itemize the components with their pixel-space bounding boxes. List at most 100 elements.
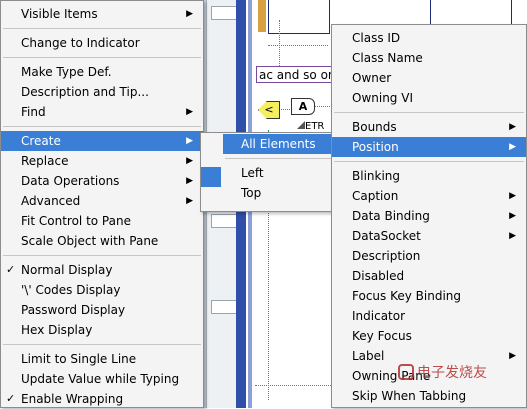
create-menu-item-top[interactable]: Top	[223, 183, 333, 203]
submenu-arrow-icon: ▶	[509, 231, 516, 241]
menu-item-label: Data Binding	[352, 209, 430, 223]
submenu-arrow-icon: ▶	[509, 142, 516, 152]
check-icon: ✓	[6, 392, 16, 405]
menu-item-label: Indicator	[352, 309, 406, 323]
menu-item-label: Data Operations	[21, 174, 120, 188]
submenu-arrow-icon: ▶	[186, 107, 193, 117]
submenu-arrow-icon: ▶	[186, 9, 193, 19]
submenu-arrow-icon: ▶	[509, 351, 516, 361]
main-menu-item-enable-wrapping[interactable]: ✓ Enable Wrapping	[1, 389, 203, 409]
frame-structure	[430, 0, 512, 26]
main-menu-item-update-value-while-typing[interactable]: Update Value while Typing	[1, 369, 203, 389]
property-menu-item-blinking[interactable]: Blinking	[332, 166, 526, 186]
frame-structure	[268, 0, 330, 34]
main-menu-item-make-type-def[interactable]: Make Type Def.	[1, 62, 203, 82]
menu-separator	[225, 158, 331, 159]
menu-item-label: Change to Indicator	[21, 36, 140, 50]
menu-separator	[334, 112, 524, 113]
menu-item-label: Top	[241, 186, 262, 200]
menu-item-label: Update Value while Typing	[21, 372, 180, 386]
main-menu-item-create[interactable]: Create ▶	[1, 131, 203, 151]
main-menu-item-advanced[interactable]: Advanced ▶	[1, 191, 203, 211]
menu-item-label: Advanced	[21, 194, 81, 208]
menu-item-label: All Elements	[241, 137, 316, 151]
main-menu-item-change-to-indicator[interactable]: Change to Indicator	[1, 33, 203, 53]
palette-slot	[211, 6, 237, 20]
menu-item-label: Limit to Single Line	[21, 352, 137, 366]
main-menu-item-codes-display[interactable]: '\' Codes Display	[1, 280, 203, 300]
submenu-arrow-icon: ▶	[186, 136, 193, 146]
create-menu-item-all-elements[interactable]: All Elements	[223, 134, 333, 154]
main-menu-item-find[interactable]: Find ▶	[1, 102, 203, 122]
menu-item-label: Position	[352, 140, 399, 154]
and-node[interactable]: A	[291, 98, 315, 115]
main-menu-item-visible-items[interactable]: Visible Items ▶	[1, 4, 203, 24]
tunnel-terminal	[258, 0, 266, 32]
submenu-arrow-icon: ▶	[509, 191, 516, 201]
menu-item-label: Create	[21, 134, 61, 148]
create-submenu: All Elements Left Top	[200, 132, 335, 212]
string-constant[interactable]: ac and so on	[256, 66, 336, 83]
main-menu-item-limit-to-single-line[interactable]: Limit to Single Line	[1, 349, 203, 369]
main-menu-item-scale-object-with-pane[interactable]: Scale Object with Pane	[1, 231, 203, 251]
property-menu-item-indicator[interactable]: Indicator	[332, 306, 526, 326]
wire	[268, 45, 328, 46]
menu-item-label: Left	[241, 166, 264, 180]
property-menu-item-data-binding[interactable]: Data Binding ▶	[332, 206, 526, 226]
menu-item-label: '\' Codes Display	[21, 283, 121, 297]
main-menu-item-replace[interactable]: Replace ▶	[1, 151, 203, 171]
menu-item-label: Find	[21, 105, 46, 119]
menu-item-label: Fit Control to Pane	[21, 214, 131, 228]
palette-slot	[211, 300, 237, 314]
palette-slot	[211, 214, 237, 228]
main-menu-item-fit-control-to-pane[interactable]: Fit Control to Pane	[1, 211, 203, 231]
property-menu-item-datasocket[interactable]: DataSocket ▶	[332, 226, 526, 246]
property-menu-item-class-id[interactable]: Class ID	[332, 28, 526, 48]
property-menu-item-class-name[interactable]: Class Name	[332, 48, 526, 68]
main-menu-item-hex-display[interactable]: Hex Display	[1, 320, 203, 340]
property-menu-item-bounds[interactable]: Bounds ▶	[332, 117, 526, 137]
etr-label: ETR	[305, 121, 325, 132]
menu-item-label: Scale Object with Pane	[21, 234, 159, 248]
menu-item-label: Owner	[352, 71, 392, 85]
check-icon: ✓	[6, 263, 16, 276]
submenu-arrow-icon: ▶	[186, 156, 193, 166]
menu-item-label: Make Type Def.	[21, 65, 112, 79]
menu-separator	[3, 255, 201, 256]
menu-item-label: Normal Display	[21, 263, 113, 277]
menu-item-label: Owning VI	[352, 91, 413, 105]
property-menu-item-skip-when-tabbing[interactable]: Skip When Tabbing	[332, 386, 526, 406]
menu-item-label: Replace	[21, 154, 69, 168]
menu-item-label: Description and Tip...	[21, 85, 149, 99]
property-submenu: Class ID Class Name Owner Owning VI Bounds ▶ P…	[331, 24, 527, 408]
menu-item-label: Blinking	[352, 169, 401, 183]
property-menu-item-owner[interactable]: Owner	[332, 68, 526, 88]
main-menu-item-normal-display[interactable]: ✓ Normal Display	[1, 260, 203, 280]
menu-item-label: Enable Wrapping	[21, 392, 124, 406]
menu-item-label: DataSocket	[352, 229, 421, 243]
property-menu-item-owning-vi[interactable]: Owning VI	[332, 88, 526, 108]
menu-separator	[3, 126, 201, 127]
submenu-arrow-icon: ▶	[186, 176, 193, 186]
main-menu-item-description-and-tip[interactable]: Description and Tip...	[1, 82, 203, 102]
menu-item-label: Password Display	[21, 303, 126, 317]
menu-item-label: Focus Key Binding	[352, 289, 462, 303]
create-menu-item-left[interactable]: Left	[223, 163, 333, 183]
property-menu-item-disabled[interactable]: Disabled	[332, 266, 526, 286]
menu-item-label: Visible Items	[21, 7, 98, 21]
property-menu-item-position[interactable]: Position ▶	[332, 137, 526, 157]
watermark-logo-icon	[398, 364, 414, 380]
property-menu-item-caption[interactable]: Caption ▶	[332, 186, 526, 206]
property-menu-item-focus-key-binding[interactable]: Focus Key Binding	[332, 286, 526, 306]
property-menu-item-description[interactable]: Description	[332, 246, 526, 266]
menu-separator	[334, 161, 524, 162]
menu-item-label: Skip When Tabbing	[352, 389, 467, 403]
property-menu-item-key-focus[interactable]: Key Focus	[332, 326, 526, 346]
watermark: 电子发烧友	[398, 362, 487, 382]
menu-item-label: Bounds	[352, 120, 397, 134]
watermark-text: 电子发烧友	[417, 365, 487, 381]
menu-item-label: Label	[352, 349, 385, 363]
menu-separator	[3, 57, 201, 58]
main-menu-item-password-display[interactable]: Password Display	[1, 300, 203, 320]
main-menu-item-data-operations[interactable]: Data Operations ▶	[1, 171, 203, 191]
